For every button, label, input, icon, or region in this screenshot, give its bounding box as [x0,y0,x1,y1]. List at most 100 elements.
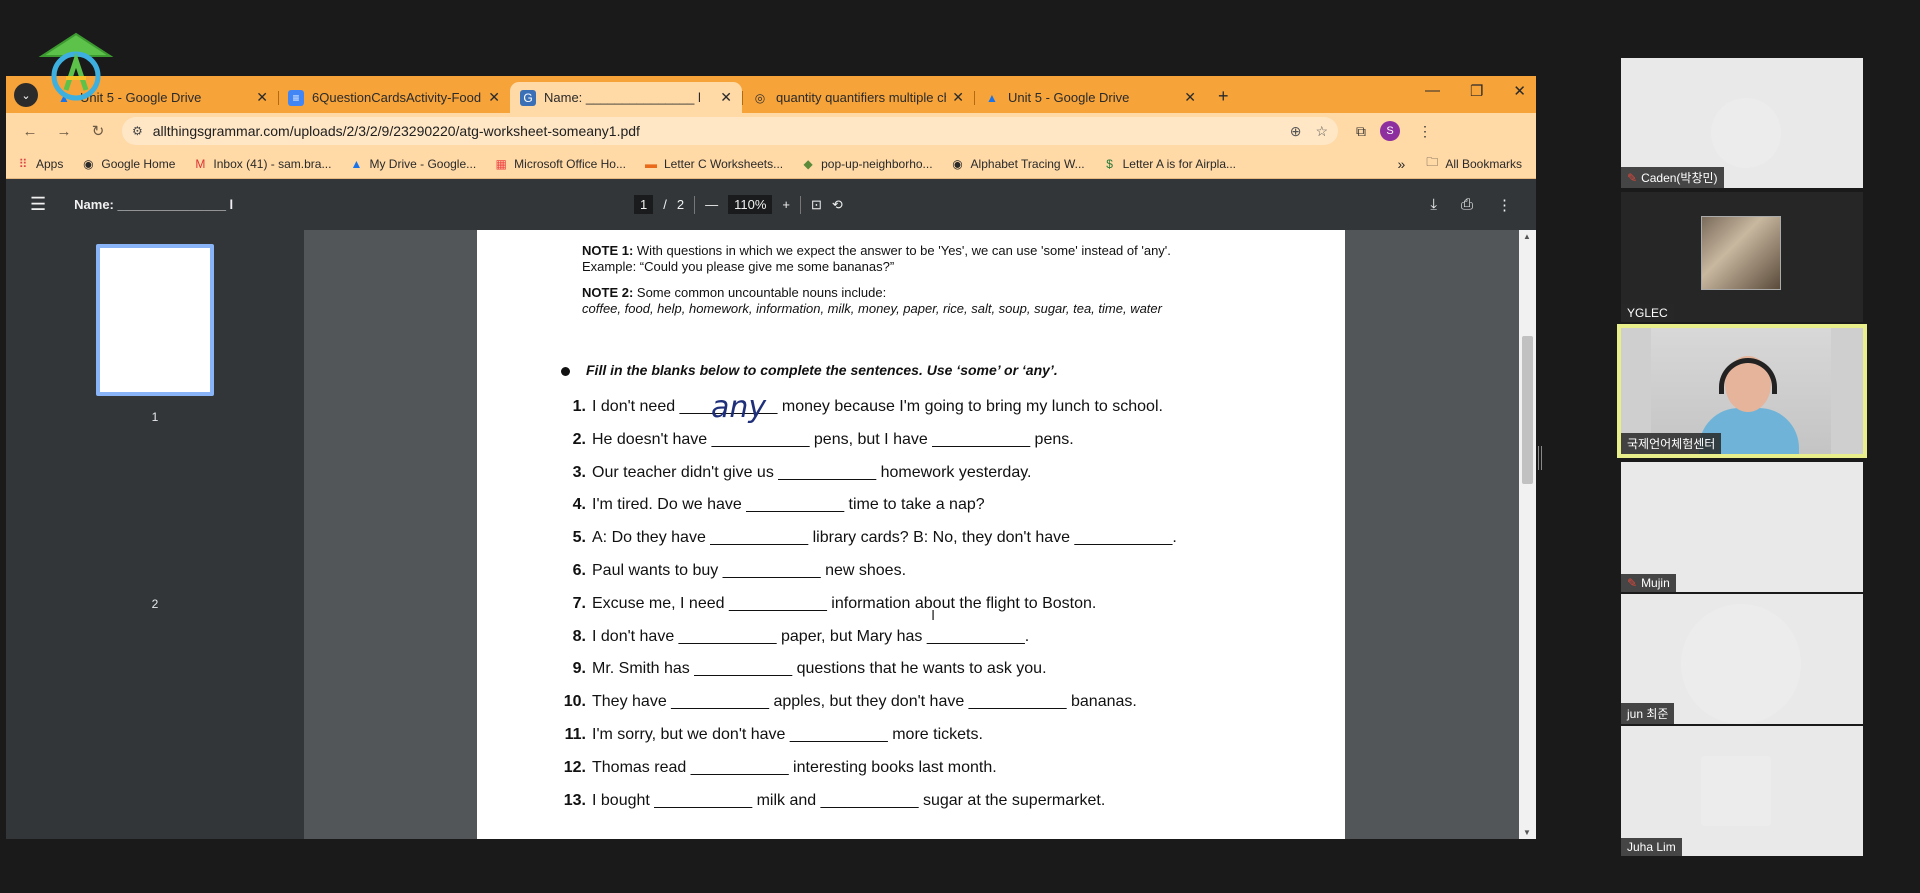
zoom-icon[interactable]: ⊕ [1290,123,1302,140]
close-icon[interactable]: ✕ [952,89,964,106]
zoom-in-icon[interactable]: + [782,197,790,212]
rotate-icon[interactable]: ⟲ [832,197,843,213]
vertical-scrollbar[interactable]: ▲ ▼ [1519,230,1536,839]
drive-icon: ▲ [986,90,998,105]
tab-drive-2[interactable]: ▲ Unit 5 - Google Drive ✕ [974,82,1206,113]
restore-icon[interactable]: ❐ [1470,82,1483,100]
zoom-out-icon[interactable]: — [705,197,718,212]
url-text: allthingsgrammar.com/uploads/2/3/2/9/232… [152,123,640,139]
microsoft-icon: ▦ [495,156,507,171]
close-icon[interactable]: ✕ [1184,89,1196,106]
tab-quantifiers[interactable]: ◎ quantity quantifiers multiple ch ✕ [742,82,974,113]
g-icon: G [520,89,536,106]
question-row: 12. Thomas read ___________ interesting b… [553,759,997,777]
panel-divider-handle[interactable] [1538,446,1542,470]
question-text: I bought ___________ milk and __________… [592,791,1106,809]
bullet-icon [561,366,570,376]
all-bookmarks[interactable]: 🗀 All Bookmarks [1425,153,1522,174]
bookmark-my-drive[interactable]: ▲ My Drive - Google... [349,157,477,171]
forward-icon[interactable]: → [54,123,74,140]
download-icon[interactable]: ⤓ [1430,196,1437,214]
note-2: NOTE 2: Some common uncountable nouns in… [582,285,1162,316]
more-bookmarks-icon[interactable]: » [1398,156,1406,172]
page-number-input[interactable]: 1 [634,195,654,214]
question-text: He doesn't have ___________ pens, but I … [592,430,1074,448]
page-thumbnail-1[interactable] [96,244,214,396]
participant-tile-active-speaker[interactable]: 국제언어체험센터 [1617,324,1867,458]
close-icon[interactable]: ✕ [720,89,732,106]
scrollbar-thumb[interactable] [1522,336,1533,484]
bookmark-inbox[interactable]: M Inbox (41) - sam.bra... [193,157,331,171]
question-number: 13. [563,791,586,809]
question-row: 9. Mr. Smith has ___________ questions th… [553,660,1047,678]
menu-kebab-icon[interactable]: ⋮ [1418,123,1432,140]
question-text: Our teacher didn't give us ___________ h… [592,463,1032,481]
tab-search-button[interactable]: ⌄ [14,83,38,107]
new-tab-button[interactable]: + [1218,86,1229,107]
reload-icon[interactable]: ↻ [88,122,108,140]
question-number: 6. [572,562,586,579]
participant-tile[interactable]: YGLEC [1621,192,1863,322]
more-options-icon[interactable]: ⋮ [1497,196,1512,214]
school-logo-icon [38,32,114,101]
close-icon[interactable]: ✕ [488,89,500,106]
back-icon[interactable]: ← [20,123,40,140]
question-row: 1. I don't need ___________ money because… [553,398,1163,416]
question-number: 5. [572,529,586,547]
question-number: 9. [572,660,586,678]
question-number: 7. [572,594,586,612]
bookmark-apps[interactable]: ⠿ Apps [16,156,64,171]
question-row: 13. I bought ___________ milk and _______… [553,791,1106,810]
question-text: Mr. Smith has ___________ questions that… [592,660,1047,678]
bookmark-alphabet[interactable]: ◉ Alphabet Tracing W... [951,156,1084,171]
question-number: 12. [563,758,586,776]
globe-icon: ◉ [952,156,963,171]
bookmark-letter-c[interactable]: ▬ Letter C Worksheets... [644,157,783,171]
text-cursor-icon: I [931,607,936,624]
question-text: I don't need ___________ money because I… [592,398,1163,415]
minimize-icon[interactable]: — [1425,82,1440,100]
extensions-icon[interactable]: ⧉ [1356,123,1366,140]
address-bar[interactable]: ⚙ allthingsgrammar.com/uploads/2/3/2/9/2… [122,117,1338,145]
muted-mic-icon: ✎ [1627,171,1638,185]
close-icon[interactable]: ✕ [256,89,268,106]
tab-docs[interactable]: ≡ 6QuestionCardsActivity-Food.d ✕ [278,82,510,113]
site-info-icon[interactable]: ⚙ [132,124,143,138]
question-number: 8. [572,627,586,645]
participant-tile[interactable]: ✎ Caden(박창민) [1621,58,1863,188]
zoom-level-input[interactable]: 110% [728,195,773,214]
address-bar-row: ← → ↻ ⚙ allthingsgrammar.com/uploads/2/3… [6,113,1536,149]
globe-icon: ◉ [83,156,94,171]
participant-tile[interactable]: jun 최준 [1621,594,1863,724]
hamburger-menu-icon[interactable]: ☰ [30,194,46,215]
question-text: A: Do they have ___________ library card… [592,529,1177,547]
bookmark-google-home[interactable]: ◉ Google Home [81,157,175,171]
pdf-thumbnail-sidebar: 1 2 [6,230,304,839]
question-row: 6. Paul wants to buy ___________ new shoe… [553,562,906,580]
folder-icon: 🗀 [1426,155,1439,169]
participant-photo [1701,216,1781,290]
profile-avatar[interactable]: S [1380,121,1400,141]
apps-grid-icon: ⠿ [18,156,28,171]
question-text: I'm tired. Do we have ___________ time t… [592,496,985,514]
tab-worksheet[interactable]: G Name: _______________ l ✕ [510,82,742,113]
bookmark-letter-a[interactable]: $ Letter A is for Airpla... [1103,157,1236,171]
close-window-icon[interactable]: ✕ [1513,82,1526,100]
question-number: 4. [572,496,586,514]
bookmark-office[interactable]: ▦ Microsoft Office Ho... [494,156,625,171]
print-icon[interactable]: ⎙ [1461,196,1473,214]
globe-icon: ◎ [754,90,766,105]
bookmark-star-icon[interactable]: ☆ [1315,123,1328,140]
participant-tile[interactable]: Juha Lim [1621,726,1863,856]
question-text: Excuse me, I need ___________ informatio… [592,594,1097,612]
pdf-toolbar: ☰ Name: _______________ l 1 / 2 — 110% +… [6,179,1536,230]
scroll-down-icon[interactable]: ▼ [1523,828,1531,837]
question-number: 11. [564,726,586,743]
browser-window: ⌄ ▲ Unit 5 - Google Drive ✕ ≡ 6QuestionC… [6,76,1536,839]
handwritten-answer: any [711,390,767,425]
thumbnail-label-2[interactable]: 2 [6,597,304,611]
fit-page-icon[interactable]: ⊡ [811,197,822,213]
bookmark-popup[interactable]: ◆ pop-up-neighborho... [801,157,933,171]
scroll-up-icon[interactable]: ▲ [1523,232,1531,241]
participant-tile[interactable]: ✎ Mujin [1621,462,1863,592]
